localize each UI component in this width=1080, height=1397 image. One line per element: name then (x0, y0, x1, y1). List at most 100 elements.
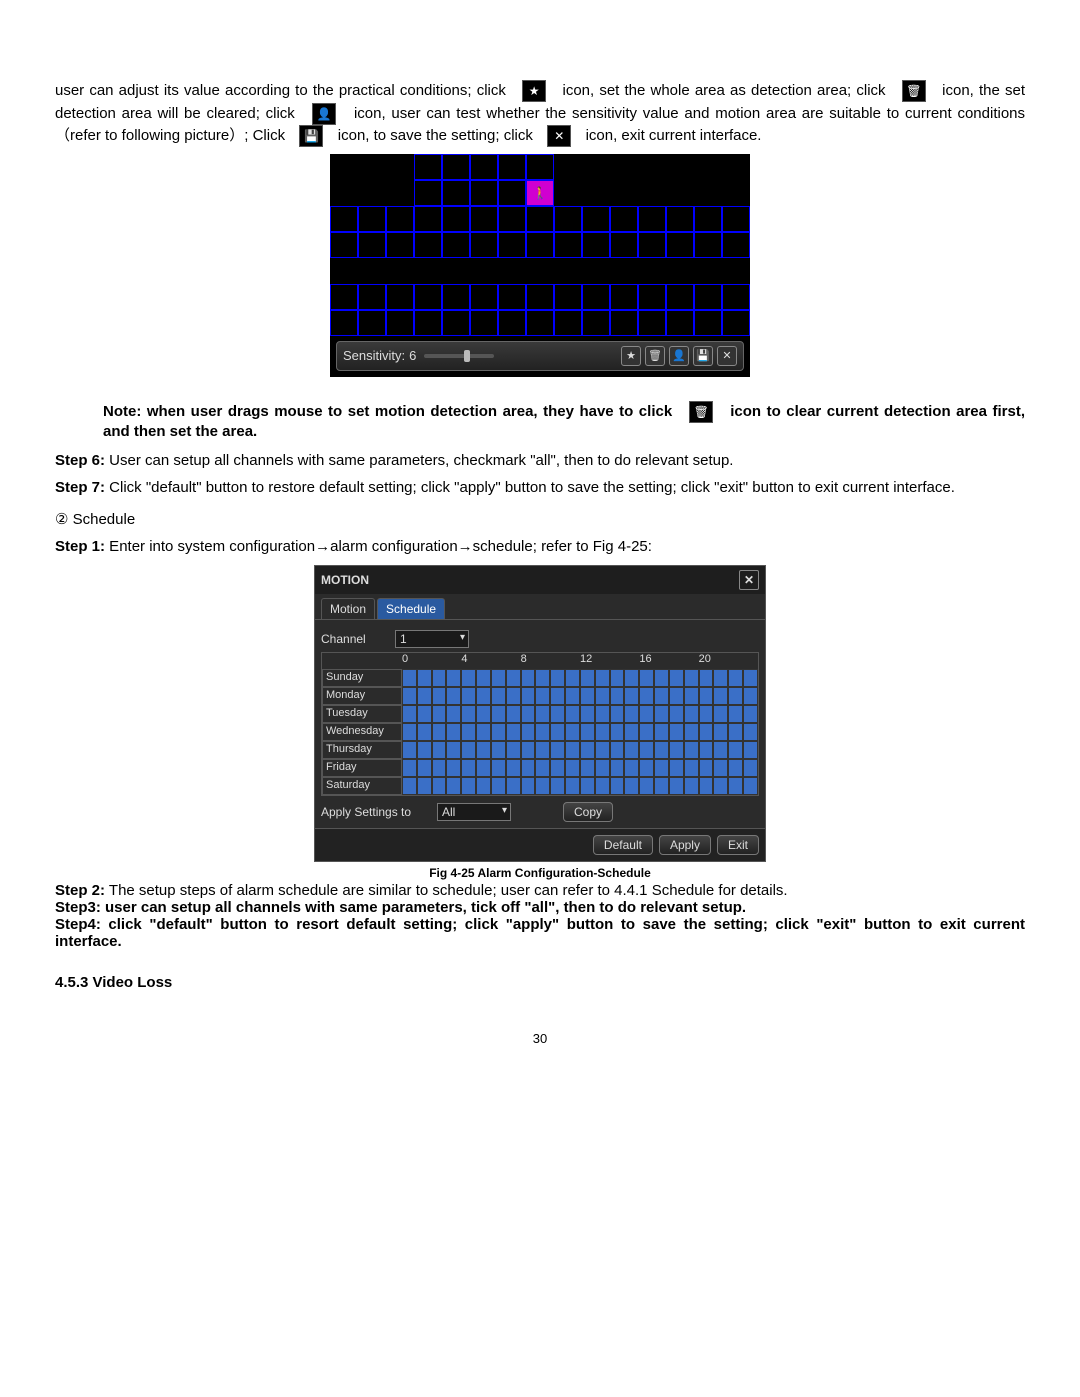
schedule-cell[interactable] (639, 669, 654, 687)
schedule-cell[interactable] (639, 777, 654, 795)
schedule-cell[interactable] (595, 723, 610, 741)
schedule-cell[interactable] (728, 741, 743, 759)
schedule-cell[interactable] (743, 759, 758, 777)
schedule-cell[interactable] (699, 669, 714, 687)
schedule-cell[interactable] (506, 687, 521, 705)
apply-button[interactable]: Apply (659, 835, 711, 855)
schedule-cell[interactable] (506, 759, 521, 777)
schedule-cell[interactable] (610, 705, 625, 723)
schedule-cell[interactable] (610, 669, 625, 687)
schedule-cell[interactable] (446, 723, 461, 741)
schedule-cell[interactable] (669, 741, 684, 759)
schedule-cell[interactable] (565, 777, 580, 795)
schedule-cell[interactable] (699, 687, 714, 705)
schedule-cell[interactable] (624, 687, 639, 705)
schedule-cell[interactable] (595, 705, 610, 723)
schedule-cell[interactable] (491, 759, 506, 777)
schedule-cell[interactable] (461, 759, 476, 777)
schedule-cell[interactable] (476, 687, 491, 705)
schedule-cell[interactable] (580, 669, 595, 687)
schedule-cell[interactable] (624, 741, 639, 759)
schedule-cell[interactable] (417, 723, 432, 741)
schedule-cell[interactable] (402, 705, 417, 723)
schedule-cell[interactable] (580, 705, 595, 723)
schedule-cell[interactable] (624, 759, 639, 777)
schedule-cell[interactable] (728, 723, 743, 741)
close-icon[interactable]: ✕ (717, 346, 737, 366)
schedule-cell[interactable] (713, 759, 728, 777)
schedule-cell[interactable] (610, 687, 625, 705)
schedule-cell[interactable] (728, 759, 743, 777)
schedule-cell[interactable] (550, 777, 565, 795)
schedule-cell[interactable] (595, 759, 610, 777)
schedule-cell[interactable] (713, 723, 728, 741)
schedule-cell[interactable] (535, 723, 550, 741)
schedule-cell[interactable] (699, 777, 714, 795)
schedule-cell[interactable] (491, 777, 506, 795)
schedule-cell[interactable] (550, 741, 565, 759)
schedule-cell[interactable] (446, 687, 461, 705)
schedule-cell[interactable] (446, 669, 461, 687)
schedule-cell[interactable] (461, 723, 476, 741)
schedule-cell[interactable] (743, 705, 758, 723)
schedule-cell[interactable] (610, 723, 625, 741)
schedule-cell[interactable] (728, 705, 743, 723)
save-icon[interactable]: 💾 (693, 346, 713, 366)
schedule-cell[interactable] (699, 759, 714, 777)
person-icon[interactable]: 👤 (669, 346, 689, 366)
schedule-cell[interactable] (491, 687, 506, 705)
schedule-cell[interactable] (521, 759, 536, 777)
schedule-cell[interactable] (535, 759, 550, 777)
schedule-cell[interactable] (476, 669, 491, 687)
schedule-cell[interactable] (550, 723, 565, 741)
schedule-cell[interactable] (461, 687, 476, 705)
schedule-cell[interactable] (550, 759, 565, 777)
schedule-cell[interactable] (728, 687, 743, 705)
schedule-cell[interactable] (565, 741, 580, 759)
schedule-cell[interactable] (610, 777, 625, 795)
schedule-cell[interactable] (654, 705, 669, 723)
schedule-cell[interactable] (639, 723, 654, 741)
schedule-cell[interactable] (624, 705, 639, 723)
schedule-cell[interactable] (595, 741, 610, 759)
schedule-cell[interactable] (669, 723, 684, 741)
schedule-cell[interactable] (506, 723, 521, 741)
schedule-cell[interactable] (684, 777, 699, 795)
schedule-cell[interactable] (432, 705, 447, 723)
schedule-cell[interactable] (417, 687, 432, 705)
schedule-cell[interactable] (624, 723, 639, 741)
schedule-cell[interactable] (506, 705, 521, 723)
schedule-cell[interactable] (565, 723, 580, 741)
close-icon[interactable]: ✕ (739, 570, 759, 590)
schedule-cell[interactable] (476, 705, 491, 723)
schedule-cell[interactable] (506, 777, 521, 795)
schedule-cell[interactable] (713, 741, 728, 759)
schedule-cell[interactable] (669, 777, 684, 795)
schedule-cell[interactable] (417, 759, 432, 777)
schedule-cell[interactable] (654, 669, 669, 687)
schedule-cell[interactable] (417, 741, 432, 759)
schedule-cell[interactable] (476, 741, 491, 759)
schedule-cell[interactable] (535, 687, 550, 705)
schedule-cell[interactable] (610, 741, 625, 759)
schedule-cell[interactable] (417, 705, 432, 723)
schedule-cell[interactable] (624, 669, 639, 687)
schedule-cell[interactable] (402, 741, 417, 759)
schedule-cell[interactable] (446, 741, 461, 759)
schedule-cell[interactable] (402, 759, 417, 777)
schedule-cell[interactable] (743, 687, 758, 705)
apply-settings-select[interactable]: All (437, 803, 511, 821)
sensitivity-slider[interactable] (424, 354, 494, 358)
schedule-cell[interactable] (684, 723, 699, 741)
schedule-cell[interactable] (476, 777, 491, 795)
schedule-cell[interactable] (580, 741, 595, 759)
schedule-cell[interactable] (743, 723, 758, 741)
schedule-cell[interactable] (654, 759, 669, 777)
schedule-cell[interactable] (639, 759, 654, 777)
schedule-cell[interactable] (639, 705, 654, 723)
schedule-cell[interactable] (402, 669, 417, 687)
schedule-cell[interactable] (550, 669, 565, 687)
schedule-cell[interactable] (743, 777, 758, 795)
schedule-cell[interactable] (506, 669, 521, 687)
schedule-cell[interactable] (446, 705, 461, 723)
